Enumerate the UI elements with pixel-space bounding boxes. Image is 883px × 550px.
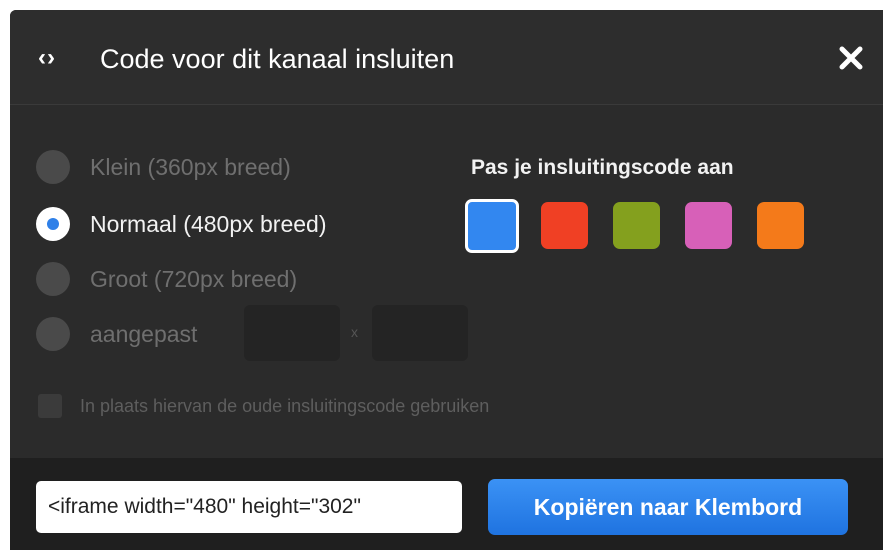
- legacy-embed-option[interactable]: In plaats hiervan de oude insluitingscod…: [38, 394, 489, 418]
- size-option-label: Normaal (480px breed): [90, 210, 327, 237]
- size-option-custom[interactable]: aangepast: [36, 317, 198, 351]
- color-swatch-pink[interactable]: [685, 202, 732, 249]
- options-panel: Klein (360px breed) Normaal (480px breed…: [10, 106, 883, 458]
- code-icon: ‹›: [38, 44, 56, 71]
- dialog-title: Code voor dit kanaal insluiten: [100, 44, 455, 74]
- custom-width-input[interactable]: [244, 305, 340, 361]
- radio-button[interactable]: [36, 317, 70, 351]
- size-option-label: Groot (720px breed): [90, 265, 298, 292]
- embed-code-field[interactable]: <iframe width="480" height="302": [36, 481, 462, 533]
- dialog-footer: <iframe width="480" height="302" Kopiëre…: [10, 458, 883, 550]
- radio-button[interactable]: [36, 262, 70, 296]
- dialog-header: ‹› Code voor dit kanaal insluiten: [10, 10, 883, 105]
- copy-to-clipboard-button[interactable]: Kopiëren naar Klembord: [488, 479, 848, 535]
- radio-button[interactable]: [36, 150, 70, 184]
- color-swatch-green[interactable]: [613, 202, 660, 249]
- custom-height-input[interactable]: [372, 305, 468, 361]
- customize-heading: Pas je insluitingscode aan: [471, 156, 734, 179]
- size-option-normal[interactable]: Normaal (480px breed): [36, 207, 327, 241]
- size-option-small[interactable]: Klein (360px breed): [36, 150, 291, 184]
- color-swatch-blue[interactable]: [465, 199, 519, 253]
- radio-button-checked[interactable]: [36, 207, 70, 241]
- size-option-label: Klein (360px breed): [90, 153, 291, 180]
- color-swatch-orange[interactable]: [757, 202, 804, 249]
- size-separator: x: [351, 324, 358, 340]
- legacy-checkbox-label: In plaats hiervan de oude insluitingscod…: [80, 395, 490, 416]
- size-option-label: aangepast: [90, 320, 198, 347]
- size-option-large[interactable]: Groot (720px breed): [36, 262, 298, 296]
- color-swatch-red[interactable]: [541, 202, 588, 249]
- embed-dialog: ‹› Code voor dit kanaal insluiten Klein …: [10, 10, 883, 550]
- close-icon[interactable]: [837, 44, 865, 72]
- legacy-checkbox[interactable]: [38, 394, 62, 418]
